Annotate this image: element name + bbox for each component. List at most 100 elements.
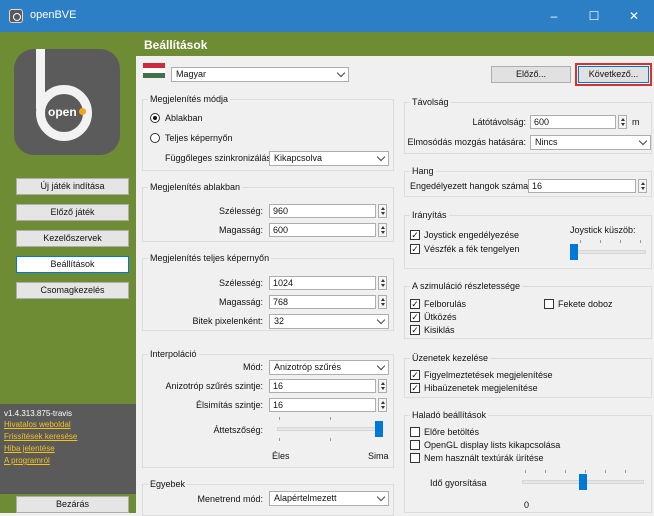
sidebar: open Új játék indítása Előző játék Kezel… [0,32,136,513]
slider-tick [625,470,626,473]
new-game-button[interactable]: Új játék indítása [16,178,129,195]
collisions-label: Ütközés [424,312,457,322]
official-website-link[interactable]: Hivatalos weboldal [4,420,71,430]
black-box-checkbox[interactable] [544,299,554,309]
max-sounds-field[interactable]: 16 [528,179,636,193]
about-link[interactable]: A programról [4,456,50,466]
anisotropic-level-spinner[interactable] [378,379,387,393]
window-width-field[interactable]: 960 [269,204,376,218]
fullscreen-height-field[interactable]: 768 [269,295,376,309]
slider-tick [330,438,331,441]
maximize-button[interactable]: ☐ [574,0,614,32]
fullscreen-radio[interactable] [150,133,160,143]
transparency-slider[interactable] [277,427,383,431]
show-errors-checkbox[interactable]: ✓ [410,383,420,393]
disable-display-lists-checkbox[interactable] [410,440,420,450]
fullscreen-height-spinner[interactable] [378,295,387,309]
transparency-slider-thumb[interactable] [375,421,383,437]
fullscreen-label: Teljes képernyőn [165,133,233,143]
messages-title: Üzenetek kezelése [410,353,491,363]
page-title: Beállítások [136,32,654,56]
advanced-title: Haladó beállítások [410,410,489,420]
slider-tick [279,417,280,420]
slider-tick [545,470,546,473]
next-button[interactable]: Következő... [575,63,652,86]
distance-title: Távolság [410,97,451,107]
emergency-brake-checkbox[interactable]: ✓ [410,244,420,254]
minimize-button[interactable]: – [534,0,574,32]
previous-game-button[interactable]: Előző játék [16,204,129,221]
slider-tick [585,470,586,473]
joystick-threshold-label: Joystick küszöb: [570,225,636,235]
joystick-threshold-slider[interactable] [570,250,646,254]
simulation-title: A szimuláció részletessége [410,281,523,291]
window-width-spinner[interactable] [378,204,387,218]
view-distance-unit: m [632,117,640,127]
derailment-toppling-checkbox[interactable]: ✓ [410,299,420,309]
controls-title: Irányítás [410,210,449,220]
interpolation-mode-value: Anizotróp szűrés [274,362,342,372]
toppling-label: Felborulás [424,299,467,309]
view-distance-field[interactable]: 600 [530,115,616,129]
interpolation-mode-select[interactable]: Anizotróp szűrés [269,360,389,375]
slider-tick [600,240,601,243]
language-select[interactable]: Magyar [171,67,349,82]
time-acceleration-label: Idő gyorsítása [430,478,487,488]
controls-button[interactable]: Kezelőszervek [16,230,129,247]
anisotropic-level-label: Anizotróp szűrés szintje: [165,381,263,391]
derailments-label: Kisiklás [424,325,455,335]
transparency-label: Áttetszőség: [213,425,263,435]
antialiasing-level-field[interactable]: 16 [269,398,376,412]
unload-textures-checkbox[interactable] [410,453,420,463]
close-button[interactable]: Bezárás [16,496,129,513]
timetable-mode-select[interactable]: Alapértelmezett [269,491,389,506]
controls-group [404,215,652,269]
motion-blur-select[interactable]: Nincs [530,135,651,150]
version-label: v1.4.313.875-travis [4,409,73,418]
chevron-down-icon [376,152,386,162]
slider-tick [279,438,280,441]
misc-title: Egyebek [148,479,188,489]
report-problem-link[interactable]: Hiba jelentése [4,444,55,454]
previous-button[interactable]: Előző... [491,66,571,83]
vsync-select[interactable]: Kikapcsolva [269,151,389,166]
fullscreen-width-spinner[interactable] [378,276,387,290]
slider-tick [640,240,641,243]
package-management-button[interactable]: Csomagkezelés [16,282,129,299]
time-acceleration-thumb[interactable] [579,474,587,490]
openbve-logo: open [14,49,120,155]
timetable-mode-label: Menetrend mód: [197,494,263,504]
slider-tick [330,417,331,420]
slider-tick [620,240,621,243]
window-width-label: Szélesség: [218,206,263,216]
motion-blur-value: Nincs [535,137,558,147]
check-updates-link[interactable]: Frissítések keresése [4,432,77,442]
derailments-checkbox[interactable]: ✓ [410,325,420,335]
bpp-select[interactable]: 32 [269,314,389,329]
joystick-checkbox[interactable]: ✓ [410,230,420,240]
time-acceleration-value: 0 [524,500,530,510]
close-window-button[interactable]: ✕ [614,0,654,32]
window-height-spinner[interactable] [378,223,387,237]
show-errors-label: Hibaüzenetek megjelenítése [424,383,538,393]
info-panel: v1.4.313.875-travis Hivatalos weboldal F… [0,404,136,494]
window-height-field[interactable]: 600 [269,223,376,237]
antialiasing-level-spinner[interactable] [378,398,387,412]
max-sounds-spinner[interactable] [638,179,647,193]
windowed-radio[interactable] [150,113,160,123]
fullscreen-height-label: Magasság: [218,297,263,307]
fullscreen-width-field[interactable]: 1024 [269,276,376,290]
interpolation-mode-label: Mód: [242,362,263,372]
view-distance-spinner[interactable] [618,115,627,129]
collisions-checkbox[interactable]: ✓ [410,312,420,322]
preload-checkbox[interactable] [410,427,420,437]
max-sounds-label: Engedélyezett hangok száma: [410,181,531,191]
settings-button[interactable]: Beállítások [16,256,129,273]
show-warnings-checkbox[interactable]: ✓ [410,370,420,380]
language-value: Magyar [176,69,207,79]
joystick-threshold-thumb[interactable] [570,244,578,260]
sound-title: Hang [410,166,436,176]
window-height-label: Magasság: [218,225,263,235]
fullscreen-title: Megjelenítés teljes képernyőn [148,253,272,263]
anisotropic-level-field[interactable]: 16 [269,379,376,393]
